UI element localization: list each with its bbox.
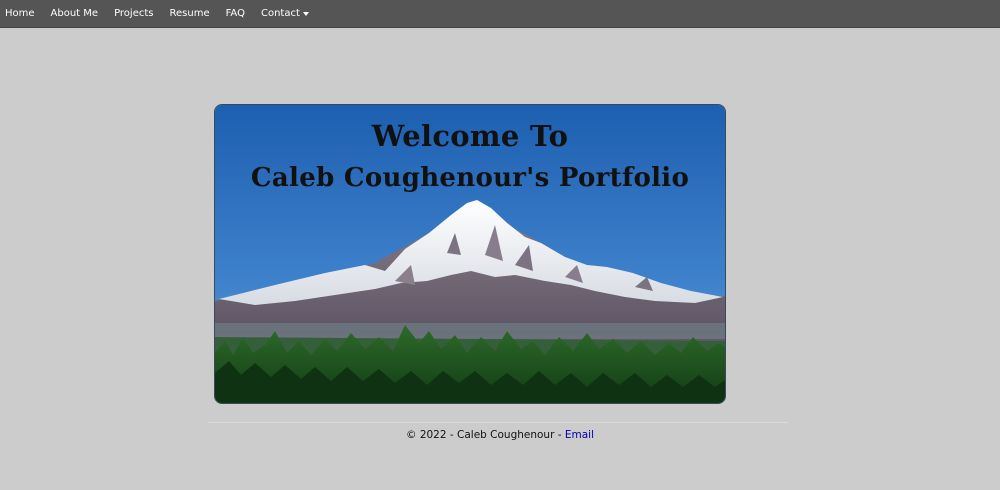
hero-title-welcome: Welcome To [371, 119, 569, 153]
nav-home-link[interactable]: Home [5, 8, 35, 19]
nav-contact-dropdown[interactable]: Contact [261, 8, 309, 19]
nav-faq-link[interactable]: FAQ [226, 8, 245, 19]
nav-about-link[interactable]: About Me [51, 8, 99, 19]
footer-copyright: © 2022 - Caleb Coughenour - [405, 429, 562, 441]
top-navbar: Home About Me Projects Resume FAQ Contac… [0, 0, 1000, 28]
hero-banner: Welcome To Caleb Coughenour's Portfolio [214, 104, 726, 404]
nav-resume-link[interactable]: Resume [170, 8, 210, 19]
nav-contact-label: Contact [260, 8, 300, 19]
hero-title-portfolio: Caleb Coughenour's Portfolio [250, 163, 690, 193]
nav-projects-link[interactable]: Projects [114, 8, 153, 19]
footer-email-link[interactable]: Email [565, 429, 594, 441]
footer: © 2022 - Caleb Coughenour - Email [0, 429, 1000, 441]
footer-divider [208, 422, 788, 423]
caret-down-icon [302, 12, 309, 16]
